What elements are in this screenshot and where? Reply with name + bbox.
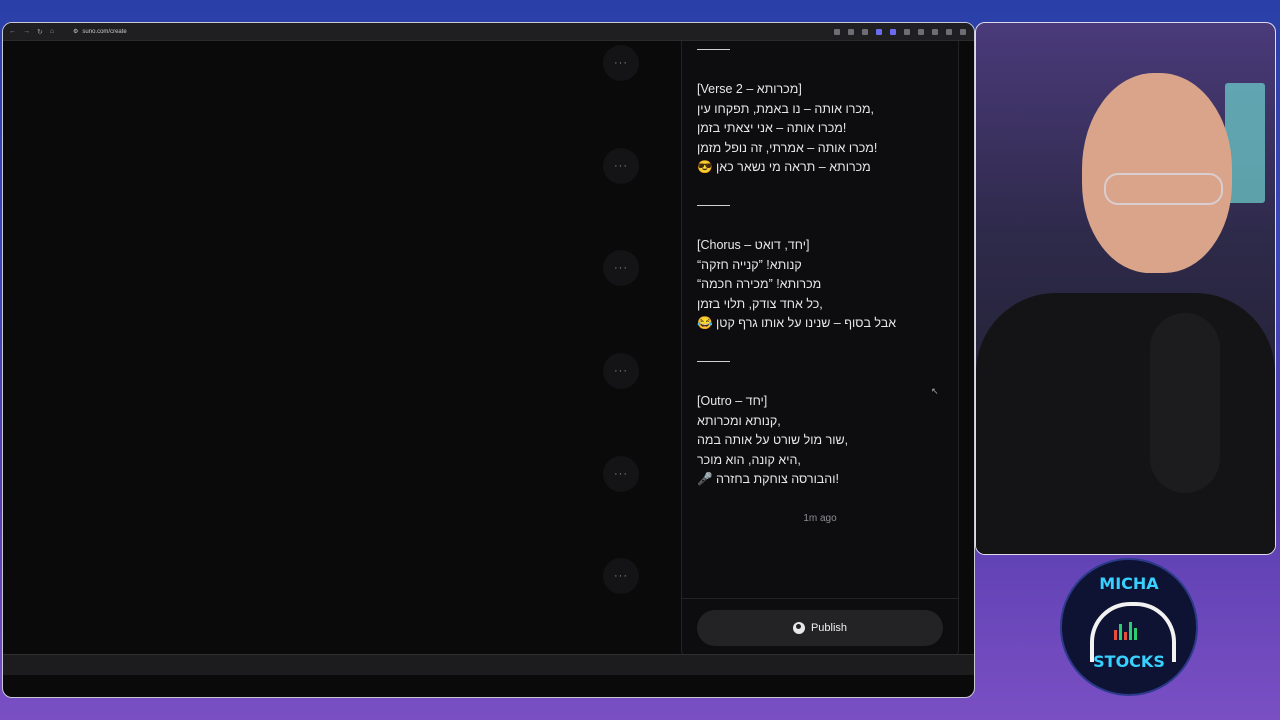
- lyric-line: מכרו אותה – נו באמת, תפקחו עין,: [697, 101, 875, 116]
- publish-button[interactable]: Publish: [697, 610, 943, 646]
- lyric-line: מכרו אותה – אמרתי, זה נופל מזמן!: [697, 140, 878, 155]
- song-more-button[interactable]: ···: [603, 558, 639, 594]
- song-more-button[interactable]: ···: [603, 148, 639, 184]
- extension-icon[interactable]: [848, 28, 854, 35]
- lyric-line: [Verse 2 – מכרותא]: [697, 82, 802, 96]
- site-info-icon[interactable]: ⚙: [73, 28, 78, 35]
- presenter-shirt: [976, 293, 1275, 554]
- glasses: [1104, 173, 1223, 205]
- lyric-line: “קנותא! ”קנייה חזקה: [697, 257, 802, 272]
- lyric-line: [Chorus – יחד, דואט]: [697, 238, 810, 252]
- profile-avatar[interactable]: [946, 28, 952, 35]
- publish-label: Publish: [810, 622, 848, 634]
- globe-icon: [792, 622, 805, 634]
- song-more-button[interactable]: ···: [603, 353, 639, 389]
- divider: [682, 598, 958, 599]
- section-separator: [697, 197, 947, 217]
- extensions-puzzle-icon[interactable]: [904, 28, 910, 35]
- song-more-button[interactable]: ···: [603, 45, 639, 81]
- lyric-line: שור מול שורט על אותה במה,: [697, 433, 849, 447]
- candlestick-icon: [1114, 622, 1144, 644]
- bookmark-star-icon[interactable]: [834, 28, 840, 35]
- lyric-line: 😎 מכרותא – תראה מי נשאר כאן: [697, 160, 871, 174]
- translate-icon[interactable]: [932, 28, 938, 35]
- channel-logo: MICHA STOCKS: [1060, 558, 1198, 696]
- logo-bottom-text: STOCKS: [1093, 652, 1165, 671]
- split-view-icon[interactable]: [918, 28, 924, 35]
- back-icon[interactable]: ←: [9, 28, 16, 36]
- lyric-line: 🎤 והבורסה צוחקת בחזרה!: [697, 472, 839, 486]
- page-content: ··· ··· ··· ··· ··· ··· [Verse 2 – מכרות…: [3, 41, 974, 675]
- forward-icon[interactable]: →: [23, 28, 30, 36]
- microphone-icon: [1150, 313, 1220, 493]
- lyric-line: קנותא ומכרותא,: [697, 413, 781, 428]
- menu-kebab-icon[interactable]: [960, 28, 966, 35]
- webcam-overlay: [975, 22, 1276, 555]
- browser-status-bar: [3, 654, 974, 675]
- song-details-panel: [Verse 2 – מכרותא] מכרו אותה – נו באמת, ת…: [681, 41, 959, 658]
- song-more-button[interactable]: ···: [603, 456, 639, 492]
- lyric-line: [Outro – יחד]: [697, 394, 768, 408]
- lyrics-text: [Verse 2 – מכרותא] מכרו אותה – נו באמת, ת…: [697, 41, 947, 490]
- song-more-button[interactable]: ···: [603, 250, 639, 286]
- extension-icon[interactable]: [862, 28, 868, 35]
- address-bar[interactable]: ⚙ suno.com/create: [73, 28, 127, 36]
- lyric-line: מכרו אותה – אני יצאתי בזמן!: [697, 121, 847, 135]
- section-separator: [697, 41, 947, 61]
- reload-icon[interactable]: ↻: [37, 28, 43, 36]
- home-icon[interactable]: ⌂: [50, 28, 54, 36]
- mouse-cursor-icon: ↖: [931, 386, 939, 396]
- browser-toolbar: ← → ↻ ⌂ ⚙ suno.com/create: [3, 23, 974, 41]
- lyric-line: 😂 אבל בסוף – שנינו על אותו גרף קטן: [697, 316, 897, 330]
- extension-icon[interactable]: [890, 28, 896, 35]
- logo-top-text: MICHA: [1099, 574, 1159, 593]
- browser-extensions: [834, 28, 974, 35]
- section-separator: [697, 353, 947, 373]
- browser-nav: ← → ↻ ⌂: [3, 28, 73, 36]
- lyric-line: “מכרותא! ”מכירה חכמה: [697, 277, 822, 291]
- created-timestamp: 1m ago: [803, 513, 837, 524]
- url-text: suno.com/create: [82, 28, 127, 35]
- browser-window: ← → ↻ ⌂ ⚙ suno.com/create ··· ··· ··· ··…: [2, 22, 975, 698]
- lyric-line: היא קונה, הוא מוכר,: [697, 452, 801, 467]
- lyric-line: כל אחד צודק, תלוי בזמן,: [697, 296, 823, 311]
- extension-icon[interactable]: [876, 28, 882, 35]
